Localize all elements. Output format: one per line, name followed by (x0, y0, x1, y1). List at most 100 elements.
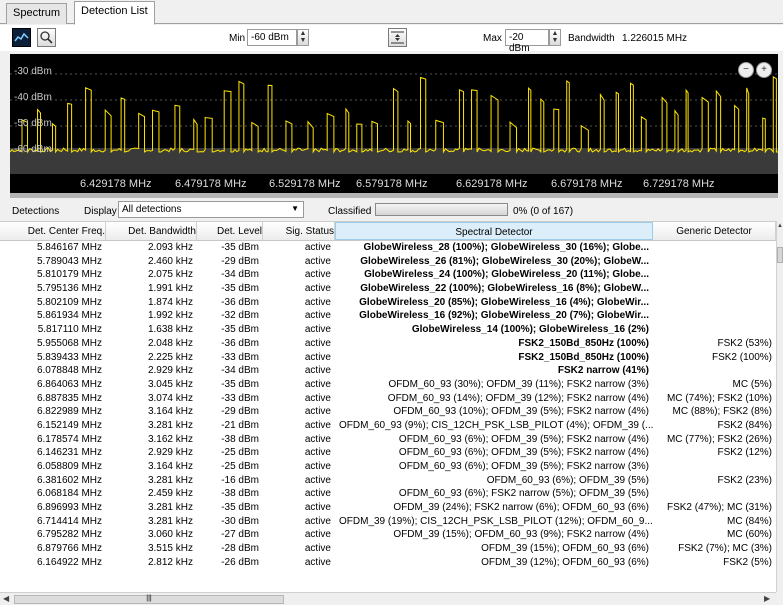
waveform-icon (14, 32, 29, 42)
table-row[interactable]: 6.887835 MHz 3.074 kHz -33 dBm active OFDM_6… (0, 392, 776, 406)
table-cell: 6.178574 MHz (36, 433, 102, 445)
table-row[interactable]: 6.822989 MHz 3.164 kHz -29 dBm active OFDM_6… (0, 405, 776, 419)
scroll-left-icon[interactable]: ◀ (3, 594, 9, 603)
table-cell: 6.714414 MHz (36, 515, 102, 527)
table-cell: active (304, 392, 331, 404)
zoom-in-icon[interactable]: + (756, 62, 772, 78)
table-row[interactable]: 5.955068 MHz 2.048 kHz -36 dBm active FSK2_1… (0, 337, 776, 351)
min-level-field[interactable]: -60 dBm (247, 29, 297, 46)
table-row[interactable]: 6.381602 MHz 3.281 kHz -16 dBm active OFDM_6… (0, 474, 776, 488)
detections-label: Detections (12, 206, 60, 217)
table-row[interactable]: 5.839433 MHz 2.225 kHz -33 dBm active FSK2_1… (0, 351, 776, 365)
display-filter-select[interactable]: All detections ▼ (118, 201, 304, 218)
table-cell: active (304, 269, 331, 281)
spectrum-plot[interactable]: -30 dBm -40 dBm -50 dBm -60 dBm − + (10, 54, 778, 174)
max-level-field[interactable]: -20 dBm (505, 29, 549, 54)
zoom-tool-button[interactable] (37, 28, 56, 47)
spectrum-trace (10, 73, 778, 174)
table-row[interactable]: 6.078848 MHz 2.929 kHz -34 dBm active FSK2 n… (0, 364, 776, 378)
table-cell: OFDM_60_93 (9%); CIS_12CH_PSK_LSB_PILOT … (339, 419, 653, 431)
fit-range-button[interactable] (388, 28, 407, 47)
column-header[interactable]: Sig. Status (263, 222, 335, 240)
table-cell: -36 dBm (221, 337, 259, 349)
table-cell: MC (84%) (726, 515, 772, 527)
table-row[interactable]: 5.810179 MHz 2.075 kHz -34 dBm active GlobeW… (0, 268, 776, 282)
min-level-spinner[interactable]: ▲ ▼ (297, 29, 309, 46)
freq-tick: 6.479178 MHz (175, 178, 247, 190)
tab-spectrum[interactable]: Spectrum (6, 3, 68, 24)
display-filter-value: All detections (122, 204, 182, 215)
scroll-thumb[interactable]: ||| (14, 595, 284, 604)
table-cell: active (304, 296, 331, 308)
table-row[interactable]: 6.879766 MHz 3.515 kHz -28 dBm active OFDM_3… (0, 542, 776, 556)
max-level-spinner[interactable]: ▲ ▼ (549, 29, 561, 46)
table-row[interactable]: 5.861934 MHz 1.992 kHz -32 dBm active GlobeW… (0, 309, 776, 323)
table-cell: FSK2 (47%); MC (31%) (666, 502, 772, 514)
level-label: -40 dBm (14, 92, 52, 103)
table-cell: 6.864063 MHz (36, 378, 102, 390)
scroll-up-icon[interactable]: ▲ (777, 223, 783, 229)
table-cell: 2.929 kHz (147, 447, 193, 459)
table-cell: FSK2 (53%) (717, 337, 772, 349)
table-row[interactable]: 5.789043 MHz 2.460 kHz -29 dBm active GlobeW… (0, 255, 776, 269)
table-vertical-scrollbar[interactable]: ▲ (776, 221, 783, 592)
table-row[interactable]: 6.058809 MHz 3.164 kHz -25 dBm active OFDM_6… (0, 460, 776, 474)
level-label: -30 dBm (14, 66, 52, 77)
table-cell: OFDM_60_93 (30%); OFDM_39 (11%); FSK2 na… (388, 378, 649, 390)
table-cell: 6.795282 MHz (36, 529, 102, 541)
table-row[interactable]: 6.146231 MHz 2.929 kHz -25 dBm active OFDM_6… (0, 446, 776, 460)
column-header[interactable]: Generic Detector (653, 222, 776, 240)
table-horizontal-scrollbar[interactable]: ◀ ||| ▶ (0, 592, 776, 605)
table-cell: 5.861934 MHz (36, 310, 102, 322)
trace-mode-button[interactable] (12, 28, 31, 47)
table-row[interactable]: 5.802109 MHz 1.874 kHz -36 dBm active GlobeW… (0, 296, 776, 310)
display-label: Display (84, 206, 117, 217)
table-cell: active (304, 556, 331, 568)
table-cell: -27 dBm (221, 529, 259, 541)
table-row[interactable]: 6.068184 MHz 2.459 kHz -38 dBm active OFDM_6… (0, 487, 776, 501)
table-cell: 3.281 kHz (147, 474, 193, 486)
table-cell: 6.381602 MHz (36, 474, 102, 486)
table-cell: active (304, 447, 331, 459)
table-cell: 5.795136 MHz (36, 283, 102, 295)
table-cell: 6.896993 MHz (36, 502, 102, 514)
table-cell: FSK2 (100%) (711, 351, 772, 363)
table-cell: GlobeWireless_20 (85%); GlobeWireless_16… (359, 296, 649, 308)
table-cell: 2.929 kHz (147, 365, 193, 377)
classified-text: 0% (0 of 167) (513, 206, 574, 217)
table-cell: active (304, 283, 331, 295)
table-row[interactable]: 6.795282 MHz 3.060 kHz -27 dBm active OFDM_3… (0, 528, 776, 542)
column-header-sorted[interactable]: Spectral Detector (335, 222, 653, 240)
table-row[interactable]: 6.164922 MHz 2.812 kHz -26 dBm active OFDM_3… (0, 556, 776, 570)
column-header[interactable]: Det. Center Freq. (0, 222, 106, 240)
table-cell: 6.164922 MHz (36, 556, 102, 568)
table-row[interactable]: 5.817110 MHz 1.638 kHz -35 dBm active GlobeW… (0, 323, 776, 337)
table-cell: -38 dBm (221, 488, 259, 500)
column-header[interactable]: Det. Level (197, 222, 263, 240)
table-cell: FSK2 (23%) (717, 474, 772, 486)
table-cell: 3.281 kHz (147, 502, 193, 514)
column-header[interactable]: Det. Bandwidth (106, 222, 197, 240)
table-row[interactable]: 6.896993 MHz 3.281 kHz -35 dBm active OFDM_3… (0, 501, 776, 515)
table-cell (653, 323, 776, 337)
tab-detection-list[interactable]: Detection List (74, 1, 155, 25)
table-cell: active (304, 255, 331, 267)
table-cell: MC (60%) (726, 529, 772, 541)
table-row[interactable]: 5.795136 MHz 1.991 kHz -35 dBm active GlobeW… (0, 282, 776, 296)
table-cell: 2.460 kHz (147, 255, 193, 267)
table-cell: active (304, 310, 331, 322)
table-cell: GlobeWireless_14 (100%); GlobeWireless_1… (411, 324, 649, 336)
table-cell: 3.281 kHz (147, 419, 193, 431)
table-row[interactable]: 6.152149 MHz 3.281 kHz -21 dBm active OFDM_6… (0, 419, 776, 433)
table-cell: 6.887835 MHz (36, 392, 102, 404)
scroll-thumb[interactable] (777, 247, 783, 263)
table-row[interactable]: 5.846167 MHz 2.093 kHz -35 dBm active GlobeW… (0, 241, 776, 255)
table-cell: active (304, 406, 331, 418)
table-row[interactable]: 6.864063 MHz 3.045 kHz -35 dBm active OFDM_6… (0, 378, 776, 392)
table-cell: -16 dBm (221, 474, 259, 486)
table-row[interactable]: 6.178574 MHz 3.162 kHz -38 dBm active OFDM_6… (0, 433, 776, 447)
chevron-down-icon: ▼ (291, 204, 299, 213)
scroll-right-icon[interactable]: ▶ (764, 594, 770, 603)
zoom-out-icon[interactable]: − (738, 62, 754, 78)
table-row[interactable]: 6.714414 MHz 3.281 kHz -30 dBm active OFDM_3… (0, 515, 776, 529)
